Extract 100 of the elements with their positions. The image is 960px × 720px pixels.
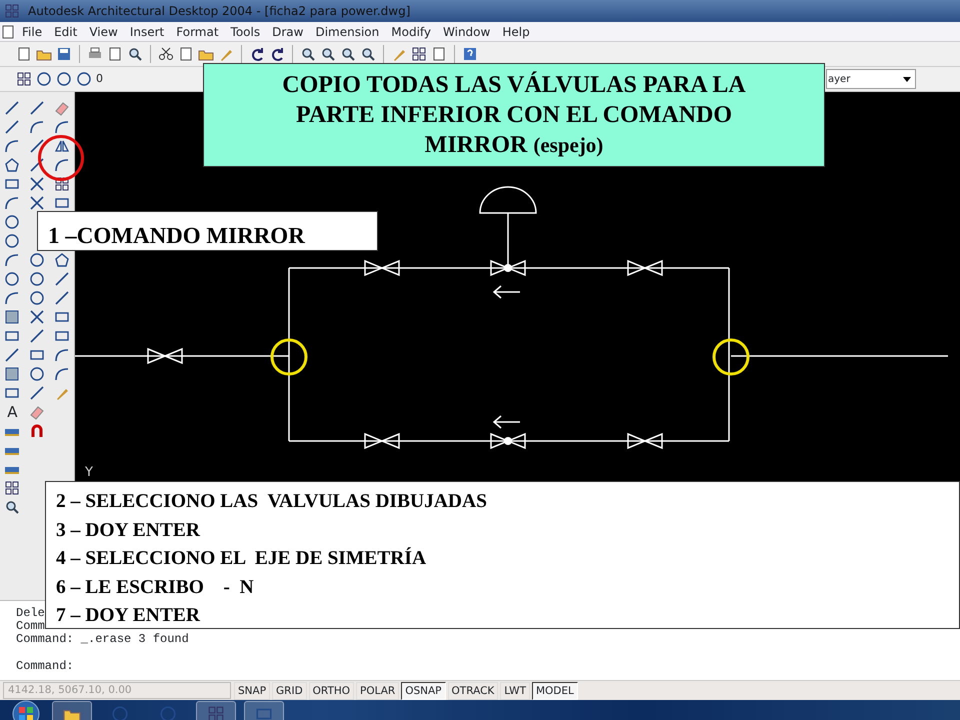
command-history-line: Command: _.erase 3 found (16, 633, 189, 646)
menu-item[interactable]: Help (496, 22, 536, 40)
line-icon[interactable] (54, 290, 70, 306)
new-file-icon[interactable] (16, 46, 32, 62)
callout-text: MIRROR (espejo) (424, 131, 604, 160)
polygon-icon[interactable] (54, 252, 70, 268)
arc-icon[interactable] (54, 347, 70, 363)
line-icon[interactable] (29, 157, 45, 173)
line-icon[interactable] (54, 271, 70, 287)
menu-item[interactable]: Window (437, 22, 496, 40)
valve-symbol (147, 348, 183, 364)
highlight-circle (270, 338, 308, 376)
valve-symbol (364, 432, 400, 450)
circle-icon[interactable] (4, 214, 20, 230)
cross-icon[interactable] (29, 195, 45, 211)
line-icon[interactable] (29, 328, 45, 344)
menu-item[interactable]: Dimension (309, 22, 386, 40)
circle-icon[interactable] (29, 290, 45, 306)
grid-icon[interactable] (4, 480, 20, 496)
cross-icon[interactable] (29, 309, 45, 325)
status-toggle[interactable]: POLAR (356, 682, 400, 700)
menu-item[interactable]: Edit (48, 22, 84, 40)
arc-icon[interactable] (4, 290, 20, 306)
redo-icon[interactable] (269, 46, 285, 62)
step-text: 7 – DOY ENTER (56, 604, 200, 628)
zoom-icon[interactable] (320, 46, 336, 62)
highlight-circle (712, 338, 750, 376)
callout-text: PARTE INFERIOR CON EL COMANDO (296, 101, 732, 130)
mirror-icon[interactable] (54, 138, 70, 154)
status-toggle[interactable]: ORTHO (308, 682, 354, 700)
actuator-symbol (479, 186, 537, 214)
grid-icon[interactable] (54, 176, 70, 192)
circle-icon[interactable] (4, 271, 20, 287)
line-icon[interactable] (4, 100, 20, 116)
circle-icon[interactable] (29, 252, 45, 268)
arc-icon[interactable] (4, 138, 20, 154)
status-toggle[interactable]: OSNAP (401, 682, 446, 700)
zoom-icon[interactable] (360, 46, 376, 62)
valve-symbol (627, 260, 663, 276)
status-toggle[interactable]: GRID (272, 682, 307, 700)
status-toggle[interactable]: SNAP (234, 682, 270, 700)
line-icon[interactable] (29, 385, 45, 401)
save-icon[interactable] (56, 46, 72, 62)
arc-icon[interactable] (4, 252, 20, 268)
layer-name: 0 (96, 70, 103, 87)
arc-icon[interactable] (54, 119, 70, 135)
valve-symbol (490, 260, 526, 276)
help-icon[interactable] (462, 46, 478, 62)
zoom-icon[interactable] (4, 499, 20, 515)
flow-arrow (492, 285, 521, 299)
line-icon[interactable] (29, 138, 45, 154)
node-dot (504, 264, 512, 272)
caret-icon (903, 76, 911, 82)
arc-icon[interactable] (4, 195, 20, 211)
menu-item[interactable]: Draw (266, 22, 310, 40)
step-callout: 1 –COMANDO MIRROR (37, 211, 378, 251)
status-toggle[interactable]: OTRACK (448, 682, 498, 700)
command-history-line: Dele (16, 607, 45, 620)
circle-icon[interactable] (29, 271, 45, 287)
step-text: 6 – LE ESCRIBO - N (56, 576, 254, 600)
grid-icon[interactable] (411, 46, 427, 62)
coordinates-readout: 4142.18, 5067.10, 0.00 (3, 682, 231, 700)
callout-text: COPIO TODAS LAS VÁLVULAS PARA LA (282, 70, 746, 100)
menu-item[interactable]: Format (170, 22, 225, 40)
step-text: 2 – SELECCIONO LAS VALVULAS DIBUJADAS (56, 490, 487, 514)
menu-item[interactable]: Modify (385, 22, 438, 40)
step-text: 3 – DOY ENTER (56, 518, 200, 543)
line-icon[interactable] (29, 100, 45, 116)
flow-arrow (492, 415, 521, 429)
command-history-line: Comm (16, 620, 45, 633)
axis-label: Y (85, 465, 93, 480)
cross-icon[interactable] (29, 176, 45, 192)
cut-icon[interactable] (158, 46, 174, 62)
magnet-icon[interactable] (29, 423, 45, 439)
node-dot (504, 437, 512, 445)
arc-icon[interactable] (54, 157, 70, 173)
menu-item[interactable]: Tools (224, 22, 266, 40)
window-title: Autodesk Architectural Desktop 2004 - [ficha2 para power.dwg] (28, 3, 410, 20)
hatch-icon[interactable] (4, 366, 20, 382)
arc-icon[interactable] (54, 366, 70, 382)
command-prompt: Command: (16, 658, 74, 675)
status-toggle[interactable]: MODEL (532, 682, 578, 700)
valve-symbol (627, 432, 663, 450)
polygon-icon[interactable] (4, 157, 20, 173)
status-toggle[interactable]: LWT (500, 682, 530, 700)
line-icon[interactable] (4, 347, 20, 363)
menu-item[interactable]: File (16, 22, 48, 40)
menu-item[interactable]: Insert (124, 22, 170, 40)
zoom-icon[interactable] (340, 46, 356, 62)
menu-item[interactable]: View (83, 22, 124, 40)
linetype-dropdown[interactable]: ayer (826, 69, 916, 89)
highlight-circle (37, 134, 85, 182)
hatch-icon[interactable] (4, 309, 20, 325)
circle-icon[interactable] (4, 233, 20, 249)
arc-icon[interactable] (29, 119, 45, 135)
line-icon[interactable] (4, 119, 20, 135)
valve-symbol (490, 432, 526, 450)
circle-icon[interactable] (29, 366, 45, 382)
text-tool[interactable]: A (7, 404, 18, 420)
undo-icon[interactable] (249, 46, 265, 62)
